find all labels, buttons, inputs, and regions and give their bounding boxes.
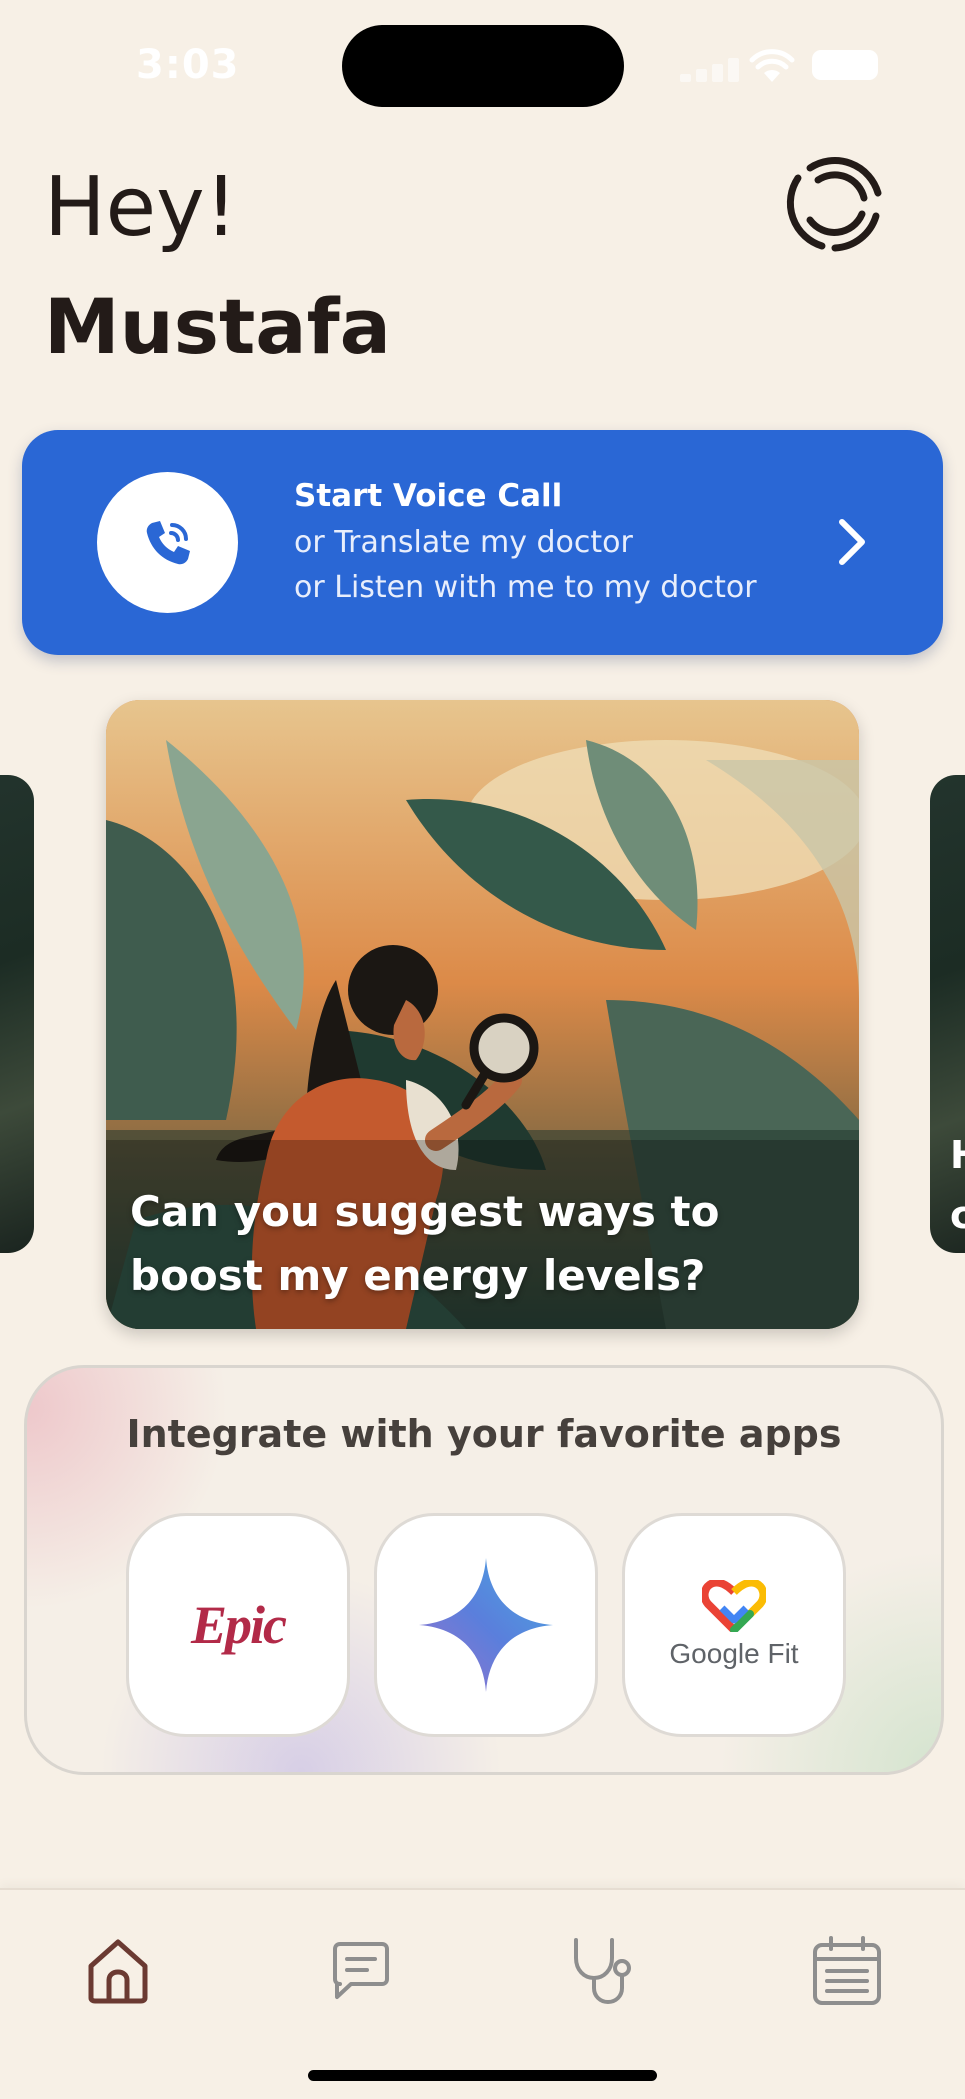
dynamic-island <box>342 25 624 107</box>
carousel-card-next[interactable]: H c <box>930 775 965 1253</box>
phone-call-icon <box>146 520 190 564</box>
integrations-panel: Integrate with your favorite apps Epic G… <box>24 1365 944 1775</box>
bottom-navigation <box>0 1888 965 2099</box>
battery-icon <box>812 50 878 80</box>
nav-calendar[interactable] <box>802 1926 892 2016</box>
epic-app-button[interactable]: Epic <box>126 1513 350 1737</box>
nav-chat[interactable] <box>316 1926 406 2016</box>
suggestion-card[interactable]: Can you suggest ways to boost my energy … <box>106 700 859 1329</box>
suggestion-carousel[interactable]: Can you suggest ways to boost my energy … <box>0 700 965 1330</box>
phone-icon-circle <box>97 472 238 613</box>
user-name: Mustafa <box>44 282 391 371</box>
google-fit-logo: Google Fit <box>669 1638 799 1669</box>
calendar-icon <box>813 1936 881 2005</box>
chevron-right-icon <box>839 519 865 565</box>
status-bar: 3:03 <box>0 0 965 130</box>
cellular-signal-icon <box>680 58 742 82</box>
google-fit-app-button[interactable]: Google Fit <box>622 1513 846 1737</box>
wifi-icon <box>749 49 795 82</box>
status-time: 3:03 <box>136 42 240 88</box>
google-fit-heart-icon <box>701 1580 766 1632</box>
voice-call-subtitle-listen: or Listen with me to my doctor <box>294 570 757 605</box>
integrations-title: Integrate with your favorite apps <box>126 1412 842 1456</box>
epic-logo: Epic <box>191 1595 287 1655</box>
voice-call-title: Start Voice Call <box>294 478 563 514</box>
assistant-logo-icon[interactable] <box>780 148 890 258</box>
gemini-sparkle-icon <box>419 1558 553 1692</box>
gemini-app-button[interactable] <box>374 1513 598 1737</box>
next-card-caption-peek: H c <box>950 1133 965 1237</box>
stethoscope-icon <box>574 1938 631 2005</box>
start-voice-call-button[interactable]: Start Voice Call or Translate my doctor … <box>22 430 943 655</box>
carousel-card-previous[interactable] <box>0 775 34 1253</box>
chat-icon <box>333 1942 389 1999</box>
home-icon <box>88 1939 148 2004</box>
nav-doctor[interactable] <box>559 1926 649 2016</box>
home-indicator[interactable] <box>308 2070 657 2081</box>
greeting-text: Hey! <box>44 160 238 255</box>
suggestion-caption: Can you suggest ways to boost my energy … <box>130 1187 720 1300</box>
nav-home[interactable] <box>73 1926 163 2016</box>
voice-call-subtitle-translate: or Translate my doctor <box>294 525 633 560</box>
